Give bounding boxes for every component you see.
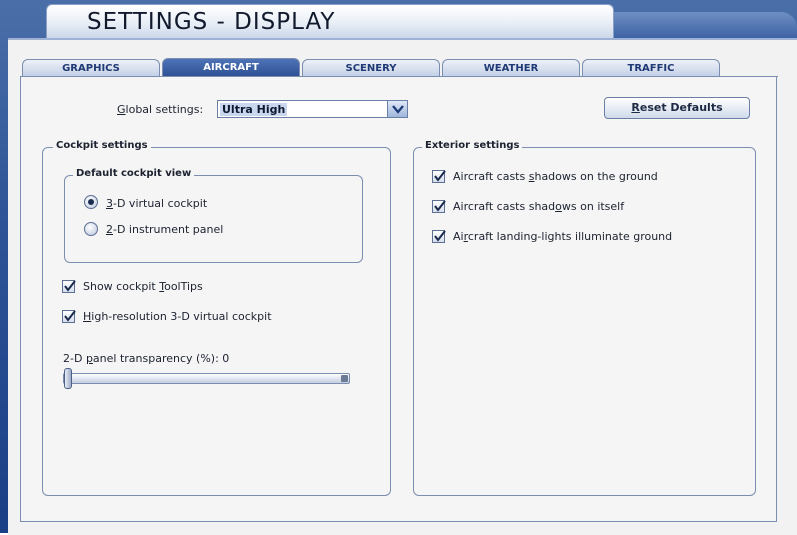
title-plate: SETTINGS - DISPLAY [46, 4, 614, 39]
checkbox-high-resolution-3d-cockpit[interactable] [62, 310, 76, 323]
checkmark-icon [64, 280, 76, 292]
radio-3d-virtual-cockpit-label: 3-D virtual cockpit [106, 197, 208, 210]
panel-transparency-slider-thumb[interactable] [64, 368, 72, 389]
window-title: SETTINGS - DISPLAY [87, 9, 336, 35]
slider-end-cap [341, 375, 348, 382]
tab-scenery[interactable]: SCENERY [302, 59, 440, 76]
checkbox-show-cockpit-tooltips[interactable] [62, 280, 76, 293]
high-resolution-3d-cockpit-label: High-resolution 3-D virtual cockpit [83, 310, 272, 323]
default-cockpit-view-title: Default cockpit view [73, 168, 195, 179]
global-settings-label: Global settings: [117, 103, 204, 116]
panel-transparency-label: 2-D panel transparency (%): 0 [63, 352, 230, 365]
default-cockpit-view-group [64, 175, 363, 263]
global-settings-value: Ultra High [220, 103, 288, 116]
tab-traffic[interactable]: TRAFFIC [582, 59, 720, 76]
tab-weather[interactable]: WEATHER [442, 59, 580, 76]
radio-2d-instrument-panel[interactable] [84, 222, 98, 236]
radio-2d-instrument-panel-label: 2-D instrument panel [106, 223, 224, 236]
shadows-on-ground-label: Aircraft casts shadows on the ground [453, 170, 658, 183]
landing-lights-illuminate-label: Aircraft landing-lights illuminate groun… [453, 230, 673, 243]
reset-defaults-button[interactable]: Reset Defaults [604, 97, 750, 119]
checkbox-landing-lights-illuminate[interactable] [432, 230, 446, 243]
checkmark-icon [64, 310, 76, 322]
exterior-settings-title: Exterior settings [422, 140, 523, 151]
title-bar-wing [612, 12, 797, 38]
global-settings-dropdown[interactable]: Ultra High [217, 100, 408, 118]
tab-aircraft[interactable]: AIRCRAFT [162, 58, 300, 77]
cockpit-settings-title: Cockpit settings [53, 140, 151, 151]
shadows-on-itself-label: Aircraft casts shadows on itself [453, 200, 625, 213]
checkbox-shadows-on-itself[interactable] [432, 200, 446, 213]
checkbox-shadows-on-ground[interactable] [432, 170, 446, 183]
panel-transparency-slider[interactable] [63, 373, 350, 384]
radio-3d-virtual-cockpit[interactable] [84, 195, 98, 209]
chevron-down-icon [392, 105, 404, 114]
checkmark-icon [434, 170, 446, 182]
checkmark-icon [434, 200, 446, 212]
checkmark-icon [434, 230, 446, 242]
dropdown-button[interactable] [387, 101, 407, 117]
tab-graphics[interactable]: GRAPHICS [22, 59, 160, 76]
radio-selected-dot [88, 199, 94, 205]
show-cockpit-tooltips-label: Show cockpit ToolTips [83, 280, 203, 293]
